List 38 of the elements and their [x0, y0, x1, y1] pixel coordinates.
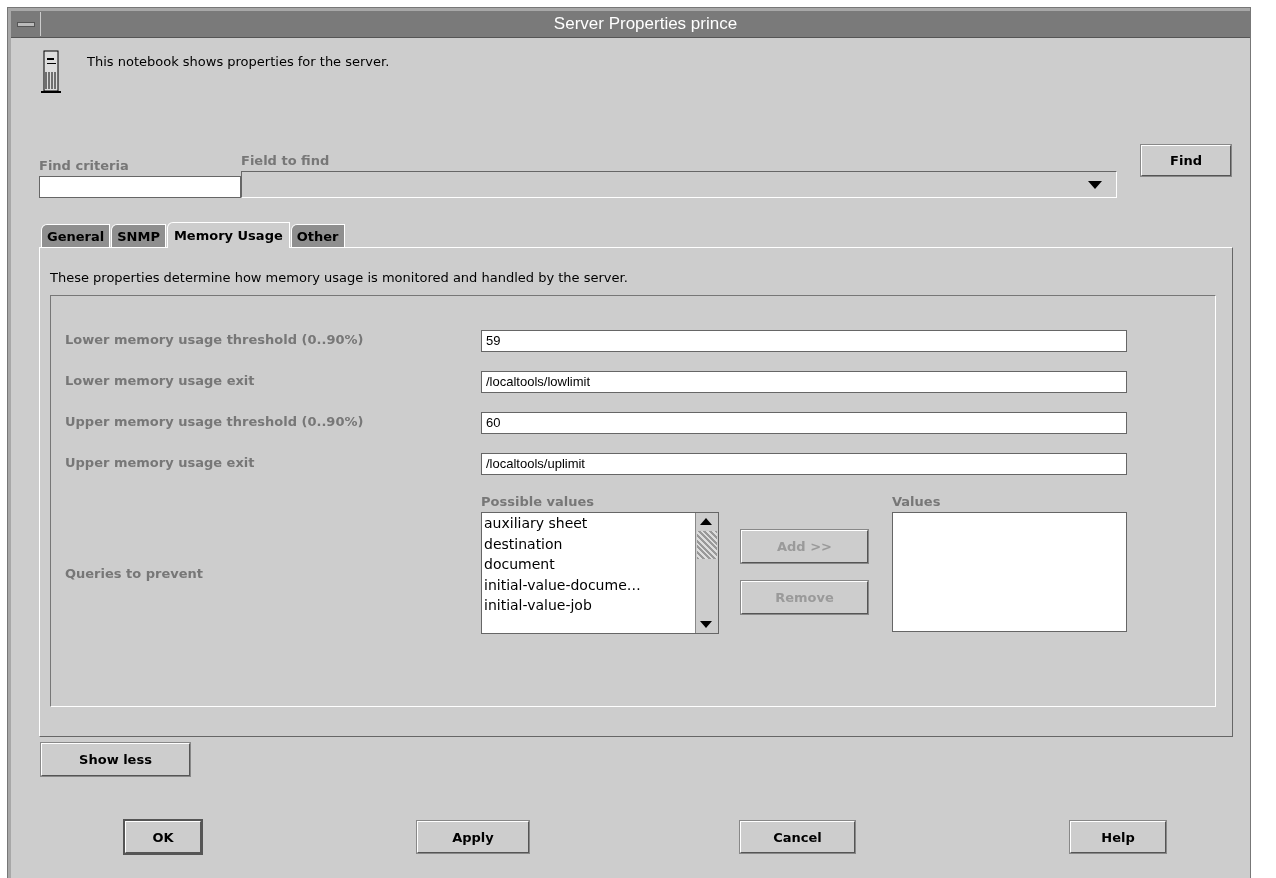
server-icon	[41, 50, 61, 95]
list-item[interactable]: initial-value-docume…	[484, 574, 695, 595]
dialog-button[interactable]: Apply	[417, 821, 529, 853]
dialog-button[interactable]: Cancel	[740, 821, 855, 853]
field-to-find-label: Field to find	[241, 153, 331, 168]
property-label: Lower memory usage threshold (0..90%)	[65, 331, 365, 347]
list-item[interactable]: auxiliary sheet	[484, 513, 695, 534]
tab[interactable]: General	[41, 224, 111, 247]
tab[interactable]: SNMP	[111, 224, 166, 247]
dialog-button[interactable]: OK	[125, 821, 201, 853]
tab[interactable]: Memory Usage	[166, 222, 290, 248]
property-field[interactable]: 60	[481, 411, 1127, 434]
list-item[interactable]: document	[484, 554, 695, 575]
property-label: Upper memory usage threshold (0..90%)	[65, 413, 365, 429]
find-criteria-label: Find criteria	[39, 158, 130, 173]
intro-text: This notebook shows properties for the server.	[87, 54, 390, 69]
property-label: Lower memory usage exit	[65, 372, 256, 388]
panel-description: These properties determine how memory usage is monitored and handled by the server.	[50, 270, 629, 285]
property-field[interactable]: /localtools/lowlimit	[481, 370, 1127, 393]
field-to-find-dropdown[interactable]	[241, 171, 1117, 198]
dropdown-arrow-icon	[1088, 180, 1102, 189]
possible-values-label: Possible values	[481, 494, 595, 509]
property-field[interactable]: /localtools/uplimit	[481, 452, 1127, 475]
window-title: Server Properties prince	[552, 14, 739, 34]
list-item[interactable]: initial-value-job	[484, 595, 695, 616]
find-button[interactable]: Find	[1141, 145, 1231, 176]
property-field[interactable]: 59	[481, 329, 1127, 352]
possible-values-list[interactable]: auxiliary sheet destination document initial-value-docume… initial-value-job	[481, 512, 719, 634]
scrollbar-thumb[interactable]	[697, 531, 717, 559]
queries-label: Queries to prevent	[65, 566, 205, 583]
values-label: Values	[892, 494, 942, 509]
property-label: Upper memory usage exit	[65, 454, 256, 470]
list-item[interactable]: destination	[484, 533, 695, 554]
dialog-button[interactable]: Help	[1070, 821, 1166, 853]
values-list[interactable]	[892, 512, 1127, 632]
show-less-button[interactable]: Show less	[41, 743, 190, 776]
find-criteria-field[interactable]	[39, 176, 241, 198]
tab[interactable]: Other	[290, 224, 345, 247]
